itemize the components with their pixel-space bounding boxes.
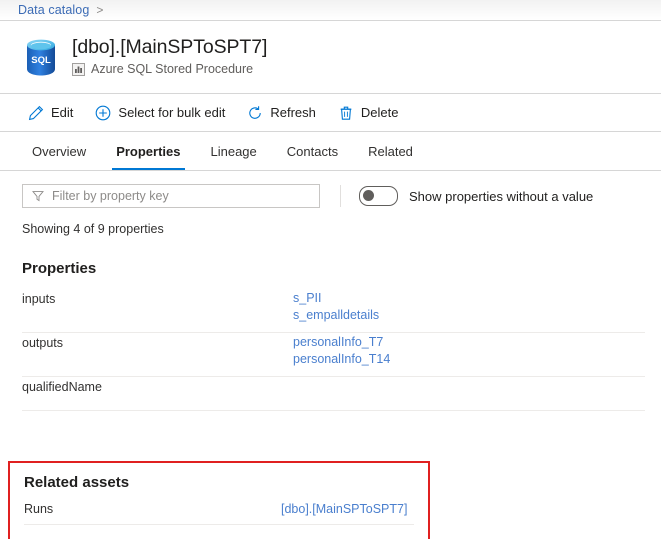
showing-count-text: Showing 4 of 9 properties bbox=[22, 222, 164, 236]
asset-type-label: Azure SQL Stored Procedure bbox=[91, 62, 254, 76]
azure-sql-database-icon: SQL bbox=[22, 37, 60, 77]
property-value-link[interactable]: personalInfo_T7 bbox=[293, 334, 645, 351]
tab-overview[interactable]: Overview bbox=[22, 132, 96, 170]
select-for-bulk-edit-label: Select for bulk edit bbox=[118, 105, 226, 120]
asset-type-icon bbox=[72, 62, 85, 76]
svg-text:SQL: SQL bbox=[31, 55, 51, 66]
tab-overview-label: Overview bbox=[32, 143, 87, 159]
vertical-divider bbox=[340, 185, 341, 207]
delete-button[interactable]: Delete bbox=[338, 98, 399, 128]
toggle-knob bbox=[363, 190, 374, 201]
refresh-icon bbox=[247, 105, 263, 121]
circle-plus-icon bbox=[95, 105, 111, 121]
pencil-icon bbox=[28, 105, 44, 121]
select-for-bulk-edit-button[interactable]: Select for bulk edit bbox=[95, 98, 225, 128]
trash-icon bbox=[338, 105, 354, 121]
tab-related-label: Related bbox=[368, 143, 413, 159]
filter-input[interactable] bbox=[52, 189, 302, 203]
filter-icon bbox=[32, 190, 44, 202]
property-key: qualifiedName bbox=[22, 380, 102, 394]
tab-contacts[interactable]: Contacts bbox=[277, 132, 348, 170]
breadcrumb: Data catalog > bbox=[0, 0, 661, 21]
property-value: s_PII s_empalldetails bbox=[293, 290, 645, 324]
asset-type-row: Azure SQL Stored Procedure bbox=[72, 62, 267, 76]
edit-button[interactable]: Edit bbox=[28, 98, 73, 128]
command-bar: Edit Select for bulk edit Refresh Delete bbox=[0, 94, 661, 132]
asset-header: SQL [dbo].[MainSPToSPT7] Azure SQL Store… bbox=[0, 21, 661, 94]
refresh-button[interactable]: Refresh bbox=[247, 98, 316, 128]
properties-table: inputs s_PII s_empalldetails outputs per… bbox=[22, 289, 645, 411]
tab-related[interactable]: Related bbox=[358, 132, 423, 170]
properties-section-heading: Properties bbox=[22, 260, 97, 277]
filter-row: Show properties without a value bbox=[0, 171, 661, 208]
related-asset-link[interactable]: [dbo].[MainSPToSPT7] bbox=[281, 502, 407, 516]
tab-contacts-label: Contacts bbox=[286, 143, 339, 159]
tab-bar: Overview Properties Lineage Contacts Rel… bbox=[0, 132, 661, 171]
breadcrumb-item-data-catalog[interactable]: Data catalog bbox=[18, 3, 89, 17]
tab-lineage-label: Lineage bbox=[210, 143, 257, 159]
toggle-label: Show properties without a value bbox=[409, 188, 594, 204]
table-row: Runs [dbo].[MainSPToSPT7] bbox=[24, 502, 414, 525]
edit-label: Edit bbox=[51, 105, 74, 120]
property-key: inputs bbox=[22, 292, 56, 306]
property-value-link[interactable]: personalInfo_T14 bbox=[293, 351, 645, 368]
property-value-link[interactable]: s_empalldetails bbox=[293, 307, 645, 324]
delete-label: Delete bbox=[360, 105, 399, 120]
related-assets-panel: Related assets Runs [dbo].[MainSPToSPT7] bbox=[8, 461, 430, 539]
refresh-label: Refresh bbox=[270, 105, 316, 120]
tab-properties[interactable]: Properties bbox=[106, 132, 190, 170]
chevron-right-icon: > bbox=[96, 3, 104, 17]
related-asset-key: Runs bbox=[24, 502, 54, 516]
table-row: outputs personalInfo_T7 personalInfo_T14 bbox=[22, 333, 645, 377]
related-assets-heading: Related assets bbox=[24, 474, 130, 491]
property-value-link[interactable]: s_PII bbox=[293, 290, 645, 307]
show-properties-without-value-toggle[interactable] bbox=[359, 186, 398, 206]
tab-properties-label: Properties bbox=[116, 143, 181, 159]
page-title: [dbo].[MainSPToSPT7] bbox=[72, 36, 268, 58]
asset-title-group: [dbo].[MainSPToSPT7] Azure SQL Stored Pr… bbox=[72, 35, 267, 76]
property-key: outputs bbox=[22, 336, 64, 350]
table-row: inputs s_PII s_empalldetails bbox=[22, 289, 645, 333]
tab-lineage[interactable]: Lineage bbox=[201, 132, 267, 170]
property-value: personalInfo_T7 personalInfo_T14 bbox=[293, 334, 645, 368]
table-row: qualifiedName bbox=[22, 377, 645, 411]
filter-input-wrapper[interactable] bbox=[22, 184, 320, 208]
